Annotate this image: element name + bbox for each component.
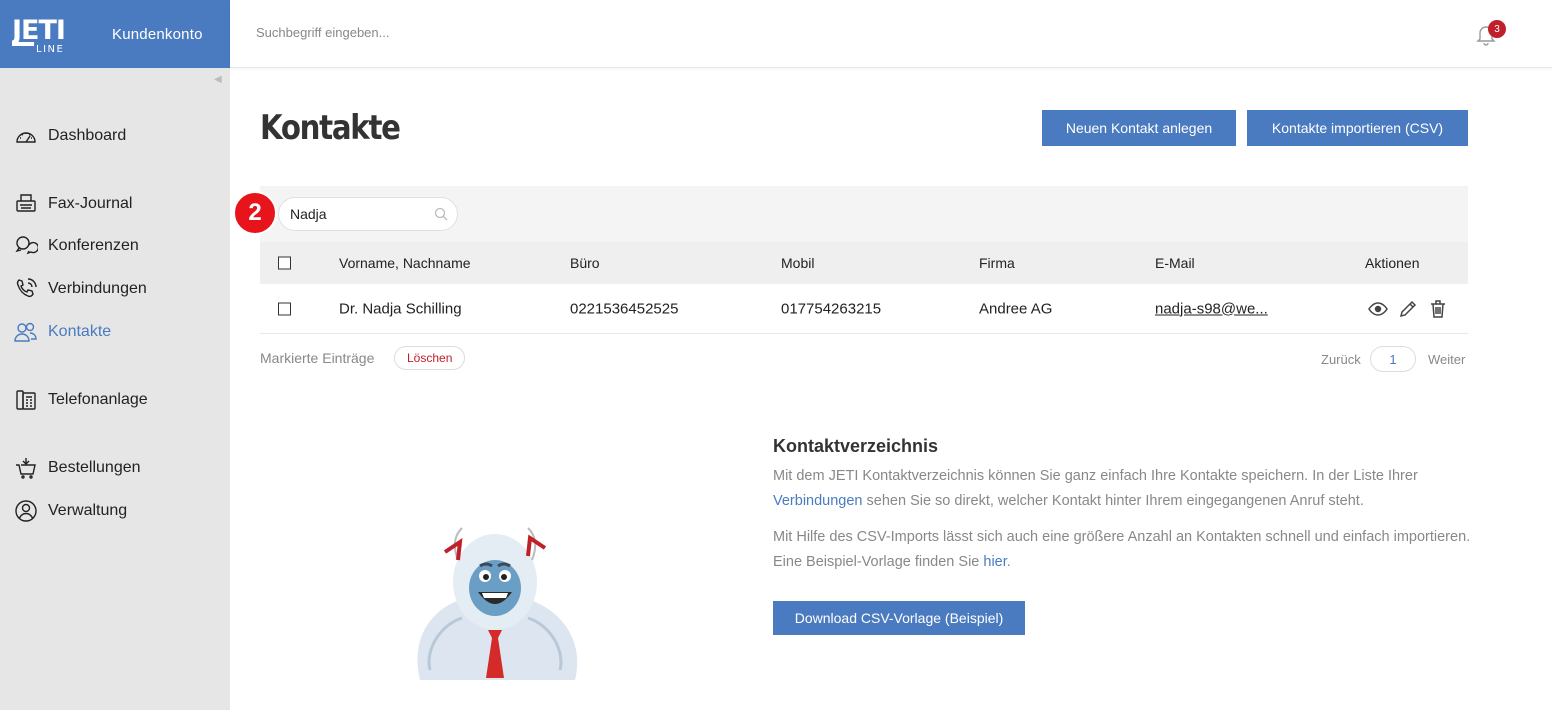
jeti-line-logo: JETI LINE xyxy=(12,15,66,54)
sidebar-item-bestellungen[interactable]: Bestellungen xyxy=(14,456,141,480)
speedometer-icon xyxy=(16,132,36,143)
step-marker-badge: 2 xyxy=(233,191,277,235)
yeti-mascot-image xyxy=(417,527,578,680)
sidebar-item-kontakte[interactable]: Kontakte xyxy=(14,320,111,344)
contacts-table: 2 Vorname, Nachname Büro Mobil Firma E-M… xyxy=(233,186,1468,334)
user-circle-icon xyxy=(15,500,37,522)
pagination-next[interactable]: Weiter xyxy=(1428,352,1465,367)
contact-company: Andree AG xyxy=(979,300,1053,317)
notification-count-badge: 3 xyxy=(1488,20,1506,38)
column-header-actions: Aktionen xyxy=(1365,255,1420,271)
sidebar-item-label: Verwaltung xyxy=(48,502,128,519)
svg-text:LINE: LINE xyxy=(36,44,64,54)
fax-icon xyxy=(16,194,36,212)
sidebar-item-konferenzen[interactable]: Konferenzen xyxy=(14,234,139,258)
contact-mobile-phone: 017754263215 xyxy=(781,300,882,317)
column-header-company[interactable]: Firma xyxy=(979,255,1015,271)
info-paragraph-2: Mit Hilfe des CSV-Imports lässt sich auc… xyxy=(773,525,1473,575)
pagination-current-page[interactable]: 1 xyxy=(1370,346,1416,372)
table-footer: Markierte Einträge Löschen Zurück 1 Weit… xyxy=(260,346,1468,372)
pagination-back[interactable]: Zurück xyxy=(1321,352,1361,367)
global-search-input[interactable] xyxy=(256,25,756,40)
phone-ringing-icon xyxy=(16,278,37,298)
contact-name: Dr. Nadja Schilling xyxy=(339,300,462,317)
table-row: Dr. Nadja Schilling 0221536452525 017754… xyxy=(260,284,1468,334)
info-text: Mit Hilfe des CSV-Imports lässt sich auc… xyxy=(773,529,1471,570)
contact-office-phone: 0221536452525 xyxy=(570,300,679,317)
sidebar-item-label: Telefonanlage xyxy=(48,391,148,408)
table-header: Vorname, Nachname Büro Mobil Firma E-Mai… xyxy=(260,242,1468,284)
contact-email-link[interactable]: nadja-s98@we... xyxy=(1155,300,1268,317)
cart-icon xyxy=(16,458,36,479)
import-contacts-button[interactable]: Kontakte importieren (CSV) xyxy=(1247,110,1468,146)
new-contact-button[interactable]: Neuen Kontakt anlegen xyxy=(1042,110,1236,146)
phone-system-icon xyxy=(16,390,36,410)
filter-bar: 2 xyxy=(233,186,1468,242)
delete-trash-icon[interactable] xyxy=(1428,299,1448,319)
column-header-name[interactable]: Vorname, Nachname xyxy=(339,255,471,271)
brand-subtitle: Kundenkonto xyxy=(112,25,203,43)
sidebar-item-label: Fax-Journal xyxy=(48,195,133,212)
brand-header[interactable]: JETI LINE Kundenkonto xyxy=(0,0,230,68)
sidebar-item-telefonanlage[interactable]: Telefonanlage xyxy=(14,388,148,412)
select-all-checkbox[interactable] xyxy=(278,256,291,270)
sidebar-item-verwaltung[interactable]: Verwaltung xyxy=(14,499,127,523)
info-paragraph-1: Mit dem JETI Kontaktverzeichnis können S… xyxy=(773,464,1473,514)
sidebar-item-label: Bestellungen xyxy=(48,459,141,476)
column-header-mobile[interactable]: Mobil xyxy=(781,255,814,271)
sample-template-link[interactable]: hier xyxy=(983,554,1006,570)
sidebar-item-label: Dashboard xyxy=(48,127,127,144)
sidebar-item-label: Verbindungen xyxy=(48,280,147,297)
sidebar-item-label: Konferenzen xyxy=(48,237,139,254)
sidebar-item-fax-journal[interactable]: Fax-Journal xyxy=(14,192,132,216)
column-header-email[interactable]: E-Mail xyxy=(1155,255,1195,271)
svg-text:JETI: JETI xyxy=(12,15,65,46)
top-bar: 3 xyxy=(230,0,1552,68)
chat-bubbles-icon xyxy=(15,236,38,255)
view-eye-icon[interactable] xyxy=(1368,299,1388,319)
search-icon[interactable] xyxy=(434,207,448,221)
contacts-icon xyxy=(14,322,37,342)
info-text: . xyxy=(1006,554,1011,570)
sidebar-item-label: Kontakte xyxy=(48,323,112,340)
marked-entries-label: Markierte Einträge xyxy=(260,350,375,366)
sidebar: JETI LINE Kundenkonto ◀ Dashboard Fax-Jo… xyxy=(0,0,230,710)
edit-pencil-icon[interactable] xyxy=(1398,299,1418,319)
info-text: Mit dem JETI Kontaktverzeichnis können S… xyxy=(773,468,1418,484)
info-heading: Kontaktverzeichnis xyxy=(773,436,939,456)
collapse-sidebar-icon[interactable]: ◀ xyxy=(214,74,222,85)
row-checkbox[interactable] xyxy=(278,302,291,315)
download-csv-template-button[interactable]: Download CSV-Vorlage (Beispiel) xyxy=(773,601,1025,635)
verbindungen-link[interactable]: Verbindungen xyxy=(773,493,863,509)
contact-filter-input[interactable] xyxy=(278,197,458,231)
column-header-office[interactable]: Büro xyxy=(570,255,600,271)
delete-selected-button[interactable]: Löschen xyxy=(394,346,466,370)
sidebar-item-dashboard[interactable]: Dashboard xyxy=(14,124,126,148)
sidebar-item-verbindungen[interactable]: Verbindungen xyxy=(14,277,147,301)
info-text: sehen Sie so direkt, welcher Kontakt hin… xyxy=(862,493,1364,509)
page-title: Kontakte xyxy=(260,108,401,148)
